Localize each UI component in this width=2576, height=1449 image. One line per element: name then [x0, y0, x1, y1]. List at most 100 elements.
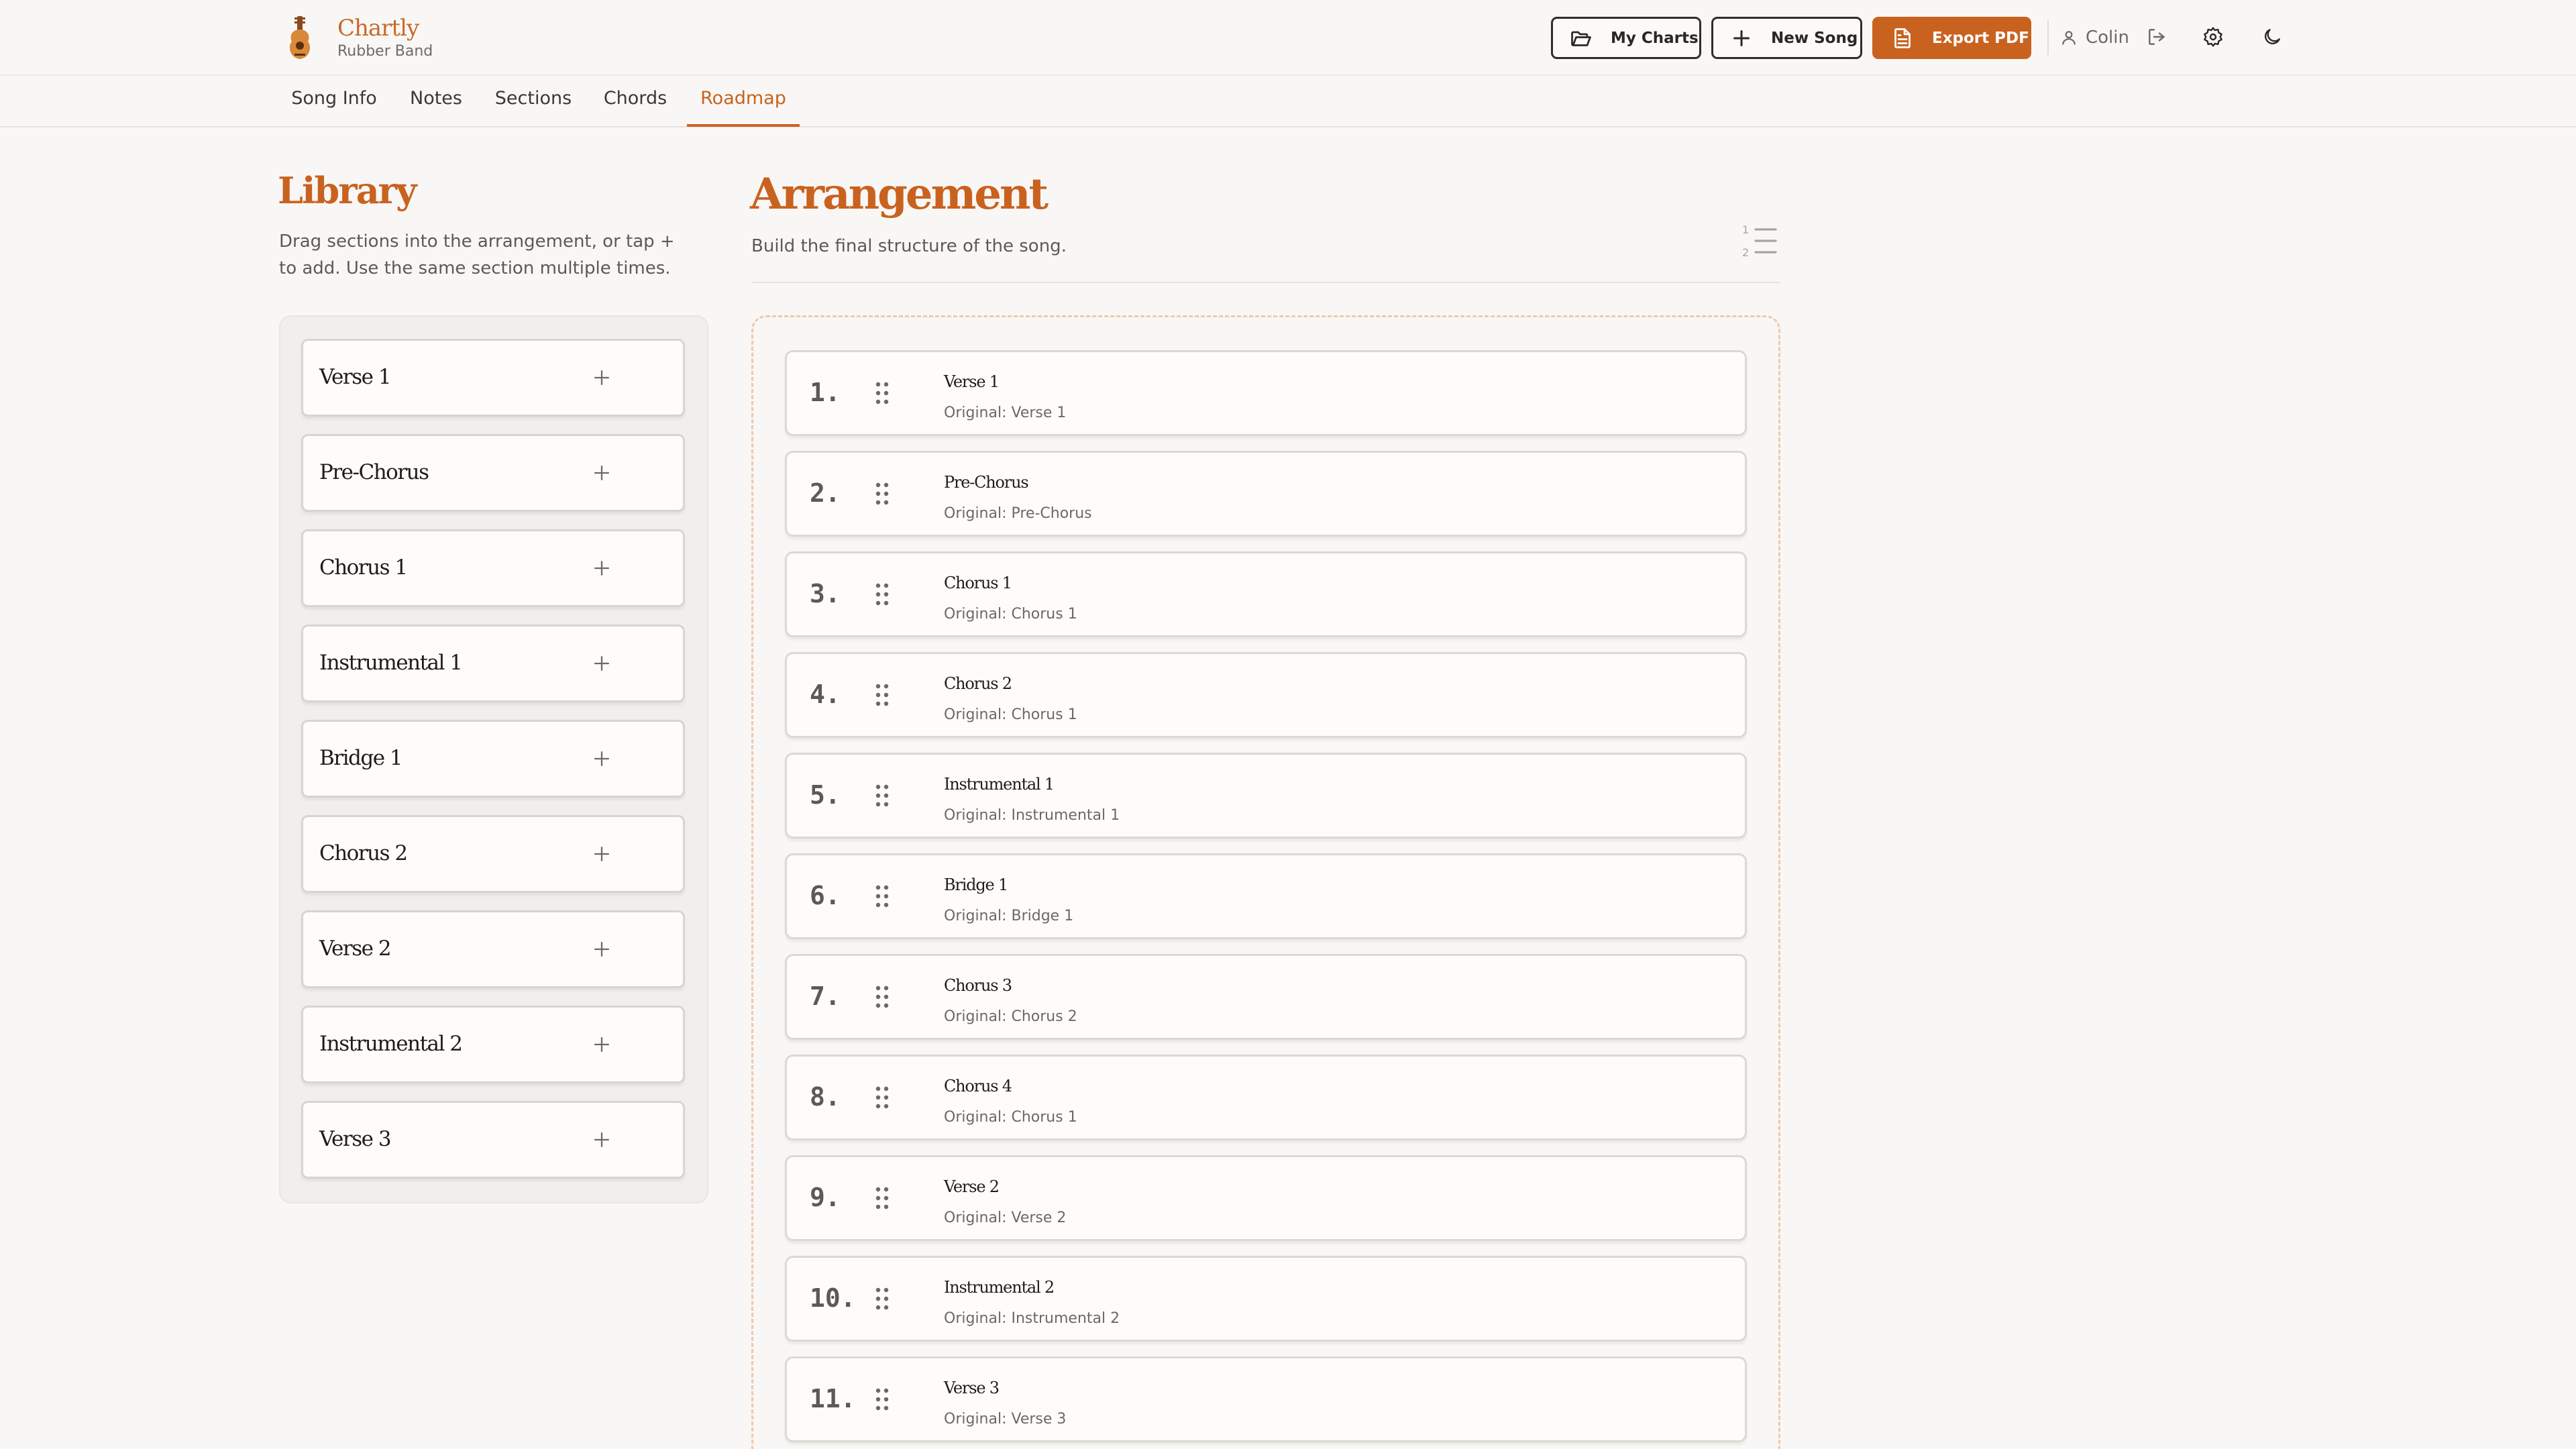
drag-handle-icon[interactable]: [875, 583, 889, 606]
library-item[interactable]: Instrumental 2: [301, 1006, 685, 1083]
drag-handle-icon[interactable]: [875, 382, 889, 405]
add-icon[interactable]: [590, 747, 613, 770]
arrangement-item-original: Original: Verse 3: [944, 1411, 1067, 1428]
add-icon[interactable]: [590, 938, 613, 961]
library-item-label: Instrumental 2: [319, 1032, 463, 1056]
library-item-label: Chorus 1: [319, 555, 408, 580]
arrangement-item[interactable]: 7. Chorus 3 Original: Chorus 2: [785, 954, 1747, 1040]
tab-notes[interactable]: Notes: [401, 88, 471, 127]
drag-handle-icon[interactable]: [875, 1388, 889, 1411]
tab-song-info[interactable]: Song Info: [287, 88, 381, 127]
arrangement-item[interactable]: 2. Pre-Chorus Original: Pre-Chorus: [785, 451, 1747, 537]
arrangement-item[interactable]: 9. Verse 2 Original: Verse 2: [785, 1155, 1747, 1241]
tab-chords[interactable]: Chords: [596, 88, 675, 127]
song-subtitle: Rubber Band: [337, 43, 433, 60]
drag-handle-icon[interactable]: [875, 684, 889, 706]
arrangement-item-original: Original: Instrumental 2: [944, 1310, 1120, 1327]
arrangement-item[interactable]: 11. Verse 3 Original: Verse 3: [785, 1356, 1747, 1442]
header-divider: [2047, 20, 2049, 55]
arrangement-item-name: Instrumental 2: [944, 1278, 1055, 1297]
numbered-list-icon[interactable]: 1 2: [1741, 223, 1778, 259]
add-icon[interactable]: [590, 843, 613, 865]
arrangement-item-number: 9.: [810, 1183, 841, 1212]
arrangement-item-name: Verse 1: [944, 372, 1000, 391]
app-title: Chartly: [337, 15, 419, 42]
arrangement-item-original: Original: Chorus 1: [944, 606, 1077, 623]
tab-sections[interactable]: Sections: [490, 88, 577, 127]
arrangement-item-original: Original: Verse 2: [944, 1210, 1067, 1226]
export-pdf-button[interactable]: Export PDF: [1872, 17, 2031, 59]
library-title: Library: [278, 169, 417, 212]
arrangement-item-original: Original: Chorus 1: [944, 706, 1077, 723]
add-icon[interactable]: [590, 1033, 613, 1056]
library-item-label: Verse 1: [319, 365, 392, 389]
library-item[interactable]: Verse 3: [301, 1101, 685, 1179]
file-text-icon: [1894, 28, 1911, 48]
library-item-label: Verse 2: [319, 936, 392, 961]
drag-handle-icon[interactable]: [875, 482, 889, 505]
add-icon[interactable]: [590, 366, 613, 389]
svg-text:1: 1: [1742, 223, 1749, 236]
my-charts-button[interactable]: My Charts: [1551, 17, 1701, 59]
arrangement-item-number: 3.: [810, 579, 841, 608]
export-pdf-label: Export PDF: [1932, 29, 2029, 47]
drag-handle-icon[interactable]: [875, 985, 889, 1008]
library-item[interactable]: Verse 2: [301, 910, 685, 988]
gear-icon: [2204, 27, 2222, 47]
drag-handle-icon[interactable]: [875, 1287, 889, 1310]
new-song-button[interactable]: New Song: [1711, 17, 1862, 59]
library-item[interactable]: Instrumental 1: [301, 625, 685, 702]
library-item[interactable]: Verse 1: [301, 339, 685, 417]
library-item[interactable]: Chorus 1: [301, 529, 685, 607]
arrangement-item-number: 4.: [810, 680, 841, 709]
add-icon[interactable]: [590, 652, 613, 675]
arrangement-item-name: Pre-Chorus: [944, 473, 1029, 492]
logout-icon: [2149, 29, 2165, 45]
tab-roadmap[interactable]: Roadmap: [687, 88, 800, 127]
arrangement-item-number: 6.: [810, 881, 841, 910]
drag-handle-icon[interactable]: [875, 885, 889, 908]
logout-button[interactable]: [2142, 22, 2171, 52]
user-menu[interactable]: Colin: [2060, 24, 2129, 51]
arrangement-item[interactable]: 5. Instrumental 1 Original: Instrumental…: [785, 753, 1747, 839]
arrangement-item-original: Original: Instrumental 1: [944, 807, 1120, 824]
arrangement-item-original: Original: Verse 1: [944, 405, 1067, 421]
arrangement-item-number: 1.: [810, 378, 841, 407]
user-name: Colin: [2086, 28, 2129, 48]
arrangement-item-number: 8.: [810, 1082, 841, 1112]
library-item[interactable]: Chorus 2: [301, 815, 685, 893]
library-item[interactable]: Pre-Chorus: [301, 434, 685, 512]
top-bar: Chartly Rubber Band My Charts New Song E…: [0, 0, 2576, 76]
arrangement-item-number: 11.: [810, 1384, 856, 1413]
arrangement-item[interactable]: 6. Bridge 1 Original: Bridge 1: [785, 853, 1747, 939]
brand[interactable]: Chartly Rubber Band: [285, 15, 433, 62]
arrangement-divider: [751, 282, 1780, 283]
arrangement-item[interactable]: 10. Instrumental 2 Original: Instrumenta…: [785, 1256, 1747, 1342]
tab-bar: Song Info Notes Sections Chords Roadmap: [0, 76, 2576, 127]
arrangement-item[interactable]: 8. Chorus 4 Original: Chorus 1: [785, 1055, 1747, 1140]
arrangement-title: Arrangement: [750, 169, 1049, 219]
guitar-icon: [289, 16, 311, 59]
drag-handle-icon[interactable]: [875, 1187, 889, 1210]
arrangement-item-name: Verse 2: [944, 1177, 1000, 1196]
svg-text:2: 2: [1742, 246, 1749, 259]
new-song-label: New Song: [1771, 29, 1858, 47]
library-item-label: Verse 3: [319, 1127, 392, 1151]
arrangement-item[interactable]: 3. Chorus 1 Original: Chorus 1: [785, 551, 1747, 637]
drag-handle-icon[interactable]: [875, 784, 889, 807]
library-item[interactable]: Bridge 1: [301, 720, 685, 798]
plus-icon: [1733, 30, 1750, 46]
drag-handle-icon[interactable]: [875, 1086, 889, 1109]
add-icon[interactable]: [590, 1128, 613, 1151]
moon-icon: [2265, 29, 2280, 44]
settings-button[interactable]: [2198, 22, 2228, 52]
arrangement-item-original: Original: Chorus 1: [944, 1109, 1077, 1126]
theme-toggle-button[interactable]: [2257, 22, 2287, 52]
add-icon[interactable]: [590, 462, 613, 484]
arrangement-item-original: Original: Chorus 2: [944, 1008, 1077, 1025]
library-item-label: Pre-Chorus: [319, 460, 429, 484]
arrangement-item-original: Original: Pre-Chorus: [944, 505, 1092, 522]
add-icon[interactable]: [590, 557, 613, 580]
arrangement-item[interactable]: 1. Verse 1 Original: Verse 1: [785, 350, 1747, 436]
arrangement-item[interactable]: 4. Chorus 2 Original: Chorus 1: [785, 652, 1747, 738]
